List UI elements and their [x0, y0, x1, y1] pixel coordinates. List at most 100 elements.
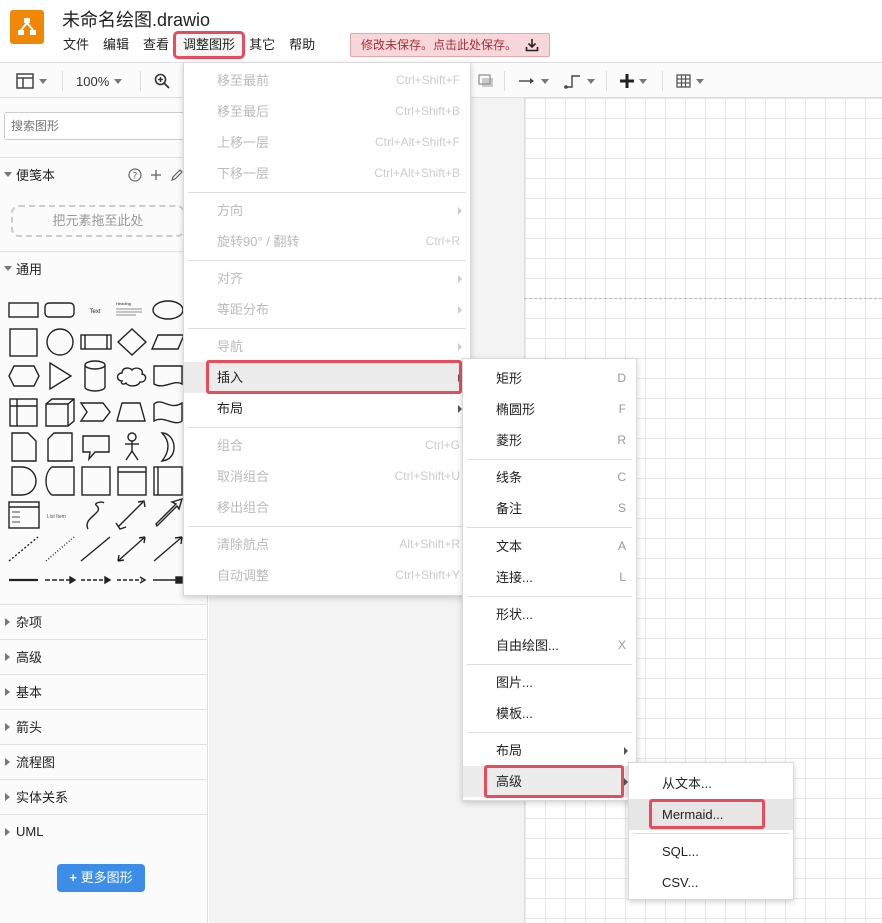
sidebar-section-label: 杂项 — [16, 615, 43, 630]
sidebar-section-flowchart[interactable]: 流程图 — [0, 744, 208, 778]
menu-item-ungroup[interactable]: 取消组合 Ctrl+Shift+U — [184, 461, 470, 492]
menu-item-csv[interactable]: CSV... — [629, 867, 793, 898]
menu-item-text[interactable]: 文本 A — [463, 531, 636, 562]
help-icon[interactable]: ? — [128, 168, 142, 182]
sidebar-section-label: 流程图 — [16, 755, 56, 770]
menu-item-label: 导航 — [217, 339, 244, 354]
menu-separator — [467, 596, 632, 597]
sidebar-section-basic[interactable]: 基本 — [0, 674, 208, 708]
menu-item-autosize[interactable]: 自动调整 Ctrl+Shift+Y — [184, 560, 470, 591]
table-dropdown[interactable] — [676, 71, 704, 91]
menu-separator — [188, 260, 466, 261]
unsaved-changes-button[interactable]: 修改未保存。点击此处保存。 — [350, 33, 551, 57]
menu-edit[interactable]: 编辑 — [96, 34, 136, 56]
menu-item-insert-layout[interactable]: 布局 — [463, 735, 636, 766]
zoom-in-icon — [154, 73, 170, 89]
zoom-dropdown[interactable]: 100% — [76, 71, 123, 91]
menu-item-to-front[interactable]: 移至最前 Ctrl+Shift+F — [184, 65, 470, 96]
menu-item-freehand[interactable]: 自由绘图... X — [463, 630, 636, 661]
menu-item-label: 自动调整 — [217, 568, 270, 583]
svg-text:Heading: Heading — [116, 301, 131, 306]
menu-item-label: 旋转90° / 翻转 — [217, 234, 300, 249]
drawio-logo[interactable] — [10, 10, 44, 44]
menu-item-sql[interactable]: SQL... — [629, 836, 793, 867]
menu-separator — [188, 526, 466, 527]
more-shapes-button[interactable]: + 更多图形 — [57, 864, 145, 892]
menu-item-shapes[interactable]: 形状... — [463, 599, 636, 630]
menu-item-label: 等距分布 — [217, 302, 270, 317]
sidebar-section-entity-relation[interactable]: 实体关系 — [0, 779, 208, 813]
document-title[interactable]: 未命名绘图.drawio — [62, 6, 210, 32]
menu-item-rectangle[interactable]: 矩形 D — [463, 363, 636, 394]
menu-item-link[interactable]: 连接... L — [463, 562, 636, 593]
submenu-arrow-icon — [458, 306, 462, 314]
menu-separator — [467, 527, 632, 528]
menu-item-remove-from-group[interactable]: 移出组合 — [184, 492, 470, 523]
menu-item-label: 自由绘图... — [496, 638, 559, 653]
menu-item-from-text[interactable]: 从文本... — [629, 768, 793, 799]
svg-text:Text: Text — [89, 309, 100, 315]
shadow-icon — [478, 74, 493, 87]
general-section-header[interactable]: 通用 — [0, 251, 208, 285]
menu-item-label: CSV... — [662, 875, 699, 890]
menu-item-direction[interactable]: 方向 — [184, 195, 470, 226]
menu-item-distribute[interactable]: 等距分布 — [184, 294, 470, 325]
sidebar-section-label: 箭头 — [16, 720, 43, 735]
edit-pencil-icon[interactable] — [170, 168, 184, 182]
sidebar-section-arrows[interactable]: 箭头 — [0, 709, 208, 743]
general-shapes-palette[interactable]: Text Heading List Item — [4, 291, 204, 591]
menu-item-template[interactable]: 模板... — [463, 698, 636, 729]
menu-item-rhombus[interactable]: 菱形 R — [463, 425, 636, 456]
sidebar-section-misc[interactable]: 杂项 — [0, 604, 208, 638]
menu-item-group[interactable]: 组合 Ctrl+G — [184, 430, 470, 461]
waypoint-style-dropdown[interactable] — [564, 71, 595, 91]
format-panel-toggle[interactable] — [16, 71, 47, 91]
menu-item-navigation[interactable]: 导航 — [184, 331, 470, 362]
menu-separator — [188, 328, 466, 329]
submenu-arrow-icon — [458, 207, 462, 215]
chevron-right-icon — [5, 723, 10, 731]
menu-arrange[interactable]: 调整图形 — [173, 31, 246, 59]
menu-item-line[interactable]: 线条 C — [463, 462, 636, 493]
highlight-advanced — [484, 765, 624, 798]
chevron-down-icon — [39, 78, 47, 84]
shadow-button[interactable] — [478, 71, 494, 91]
menu-item-shortcut: Ctrl+G — [424, 438, 460, 452]
menu-item-label: 模板... — [496, 706, 533, 721]
search-shapes-input[interactable] — [4, 112, 196, 140]
menu-item-ellipse[interactable]: 椭圆形 F — [463, 394, 636, 425]
chevron-right-icon — [5, 793, 10, 801]
connection-style-dropdown[interactable] — [518, 71, 549, 91]
menu-item-to-back[interactable]: 移至最后 Ctrl+Shift+B — [184, 96, 470, 127]
menu-extras[interactable]: 其它 — [242, 34, 282, 56]
chevron-down-icon — [4, 266, 12, 271]
menu-view[interactable]: 查看 — [136, 34, 176, 56]
menu-item-bring-forward[interactable]: 上移一层 Ctrl+Alt+Shift+F — [184, 127, 470, 158]
chevron-down-icon — [4, 172, 12, 177]
menu-item-align[interactable]: 对齐 — [184, 263, 470, 294]
table-icon — [676, 74, 691, 88]
menu-item-shortcut: D — [617, 371, 626, 385]
menu-item-note[interactable]: 备注 S — [463, 493, 636, 524]
menu-item-label: 形状... — [496, 607, 533, 622]
zoom-in-button[interactable] — [154, 71, 170, 91]
menu-item-layout[interactable]: 布局 — [184, 393, 470, 424]
menu-item-shortcut: Ctrl+Shift+U — [394, 469, 460, 483]
menu-item-shortcut: F — [618, 402, 626, 416]
menu-item-label: 椭圆形 — [496, 402, 536, 417]
menu-file[interactable]: 文件 — [56, 34, 96, 56]
menu-item-label: 组合 — [217, 438, 244, 453]
add-icon[interactable] — [150, 168, 162, 182]
sidebar-section-uml[interactable]: UML — [0, 814, 208, 848]
submenu-arrow-icon — [458, 275, 462, 283]
menu-item-image[interactable]: 图片... — [463, 667, 636, 698]
menu-help[interactable]: 帮助 — [282, 34, 322, 56]
scratchpad-drop-zone[interactable]: 把元素拖至此处 — [11, 205, 185, 237]
insert-dropdown[interactable] — [620, 71, 647, 91]
menu-item-clear-waypoints[interactable]: 清除航点 Alt+Shift+R — [184, 529, 470, 560]
menu-item-label: 移出组合 — [217, 500, 270, 515]
menu-separator — [188, 427, 466, 428]
sidebar-section-advanced[interactable]: 高级 — [0, 639, 208, 673]
menu-item-rotate-flip[interactable]: 旋转90° / 翻转 Ctrl+R — [184, 226, 470, 257]
menu-item-send-backward[interactable]: 下移一层 Ctrl+Alt+Shift+B — [184, 158, 470, 189]
